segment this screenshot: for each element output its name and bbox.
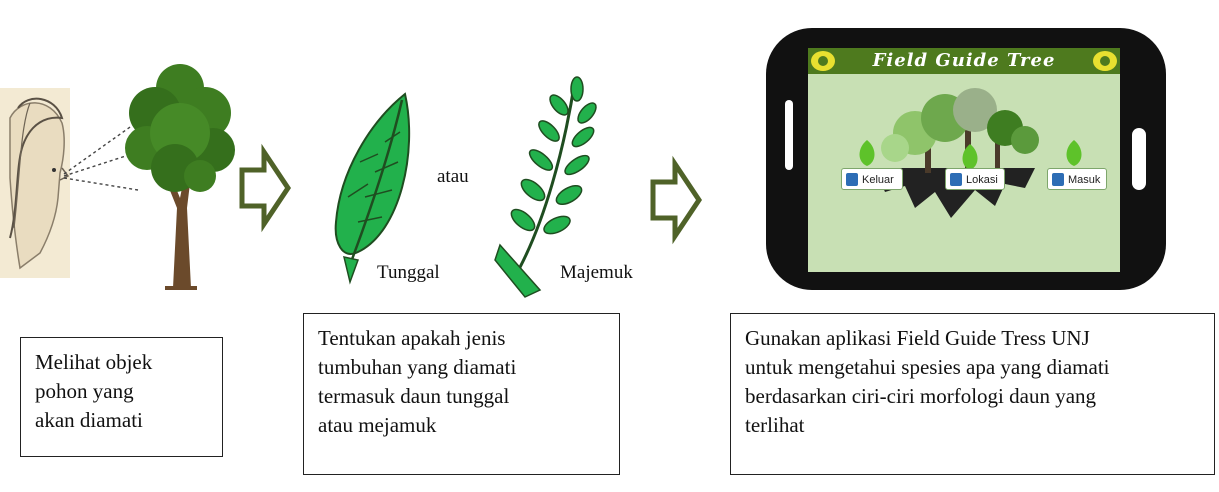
leaf-icon	[859, 140, 875, 166]
location-icon	[950, 173, 962, 186]
keluar-button-label: Keluar	[862, 174, 894, 186]
step1-box: Melihat objek pohon yang akan diamati	[20, 337, 223, 457]
masuk-button-label: Masuk	[1068, 174, 1101, 186]
label-tunggal: Tunggal	[377, 262, 440, 283]
phone-side-button	[785, 100, 793, 170]
exit-icon	[846, 173, 858, 186]
step3-box: Gunakan aplikasi Field Guide Tress UNJ u…	[730, 313, 1215, 475]
lokasi-button[interactable]: Lokasi	[945, 168, 1005, 190]
arrow-right-icon	[239, 143, 292, 233]
label-majemuk: Majemuk	[560, 262, 633, 283]
label-atau: atau	[437, 166, 469, 187]
app-tree-illustration	[875, 88, 1039, 218]
app-title: Field Guide Tree	[808, 48, 1120, 74]
leaf-icon	[1066, 140, 1082, 166]
phone-home-button[interactable]	[1132, 128, 1146, 190]
enter-icon	[1052, 173, 1064, 186]
lokasi-button-label: Lokasi	[966, 174, 998, 186]
app-logo-icon	[811, 51, 835, 71]
single-leaf-icon	[334, 92, 411, 285]
arrow-right-icon	[650, 155, 703, 245]
tree-icon	[125, 64, 235, 290]
masuk-button[interactable]: Masuk	[1047, 168, 1107, 190]
app-logo-icon	[1093, 51, 1117, 71]
keluar-button[interactable]: Keluar	[841, 168, 903, 190]
step2-box: Tentukan apakah jenis tumbuhan yang diam…	[303, 313, 620, 475]
